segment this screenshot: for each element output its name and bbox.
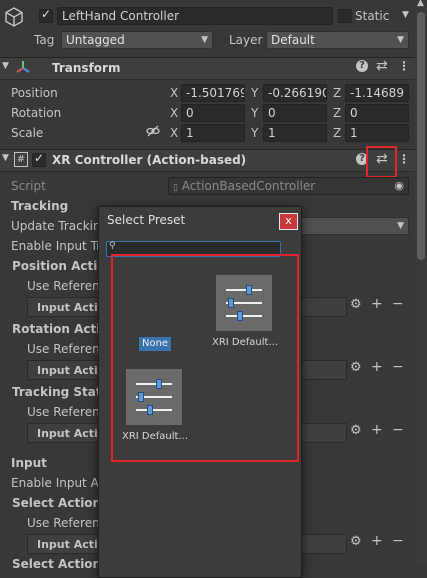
position-y-field[interactable]: -0.266190: [263, 84, 327, 102]
rotation-label: Rotation: [11, 106, 62, 120]
script-icon: #: [14, 152, 28, 167]
preset-2-label[interactable]: XRI Default...: [122, 431, 188, 442]
preset-thumbnail-1[interactable]: [216, 275, 272, 331]
cs-script-icon: ▯: [173, 183, 178, 193]
object-picker-icon[interactable]: ◉: [394, 178, 404, 194]
scale-z-axis[interactable]: Z: [333, 126, 341, 140]
script-label: Script: [11, 179, 46, 193]
scroll-up-arrow-icon[interactable]: ▲: [417, 0, 424, 8]
preset-highlight-box: [366, 146, 397, 178]
rotation-y-field[interactable]: 0: [263, 104, 327, 122]
scrollbar-thumb[interactable]: [417, 12, 425, 260]
position-z-field[interactable]: -1.14689: [345, 84, 409, 102]
gear-icon[interactable]: ⚙: [350, 360, 362, 375]
position-x-field[interactable]: -1.501769: [181, 84, 245, 102]
static-dropdown-icon[interactable]: ▼: [402, 10, 409, 20]
foldout-arrow-icon[interactable]: ▼: [2, 61, 9, 71]
gear-icon[interactable]: ⚙: [350, 534, 362, 549]
select-action-label[interactable]: Select Action: [12, 496, 101, 510]
use-reference-label: Use Referenc: [27, 342, 107, 356]
more-menu-icon[interactable]: ⋮: [398, 59, 410, 73]
script-field: ▯ ActionBasedController ◉: [168, 177, 409, 195]
chevron-down-icon: ▼: [397, 35, 404, 45]
preset-none-label: None: [142, 338, 169, 349]
scale-y-axis[interactable]: Y: [251, 126, 258, 140]
scale-z-field[interactable]: 1: [345, 124, 409, 142]
popup-title: Select Preset: [107, 213, 186, 227]
preset-none[interactable]: None: [139, 337, 172, 351]
transform-icon: [15, 59, 31, 78]
script-field-value: ActionBasedController: [181, 179, 316, 193]
position-z-axis[interactable]: Z: [333, 86, 341, 100]
scale-x-field[interactable]: 1: [181, 124, 245, 142]
scale-x-axis[interactable]: X: [170, 126, 178, 140]
close-icon: x: [285, 214, 292, 227]
layer-label: Layer: [229, 33, 263, 47]
enable-input-tracking-label: Enable Input Tra: [11, 239, 109, 253]
close-button[interactable]: x: [279, 213, 298, 230]
chevron-down-icon: ▼: [201, 35, 208, 45]
transform-title: Transform: [52, 61, 121, 75]
gameobject-icon: [3, 6, 25, 28]
position-y-axis[interactable]: Y: [251, 86, 258, 100]
object-name-field[interactable]: LeftHand Controller: [57, 7, 333, 25]
update-tracking-label: Update Trackin: [11, 219, 101, 233]
rotation-x-field[interactable]: 0: [181, 104, 245, 122]
xr-controller-title: XR Controller (Action-based): [52, 153, 247, 167]
transform-header[interactable]: ▼ Transform ? ⇄ ⋮: [0, 57, 415, 80]
chevron-down-icon: ▼: [397, 221, 404, 231]
scale-label: Scale: [11, 126, 44, 140]
gear-icon[interactable]: ⚙: [350, 423, 362, 438]
input-section-label: Input: [11, 456, 47, 470]
use-reference-label: Use Referenc: [27, 516, 107, 530]
layer-dropdown[interactable]: Default ▼: [266, 31, 409, 49]
foldout-arrow-icon[interactable]: ▼: [2, 153, 9, 163]
tracking-label: Tracking: [11, 199, 69, 213]
preset-thumbnail-2[interactable]: [126, 369, 182, 425]
use-reference-label: Use Referenc: [27, 405, 107, 419]
search-icon: ⚲: [109, 241, 116, 251]
rotation-x-axis[interactable]: X: [170, 106, 178, 120]
rotation-y-axis[interactable]: Y: [251, 106, 258, 120]
scale-y-field[interactable]: 1: [263, 124, 327, 142]
more-menu-icon[interactable]: ⋮: [398, 152, 410, 166]
rotation-z-field[interactable]: 0: [345, 104, 409, 122]
tag-dropdown[interactable]: Untagged ▼: [61, 31, 213, 49]
xr-controller-header[interactable]: ▼ # XR Controller (Action-based) ? ⇄ ⋮: [0, 149, 415, 172]
select-preset-window: Select Preset x ⚲ None XRI Default... XR…: [98, 206, 302, 578]
add-icon[interactable]: +: [371, 359, 383, 375]
rotation-z-axis[interactable]: Z: [333, 106, 341, 120]
tag-dropdown-value: Untagged: [66, 33, 125, 47]
preset-icon[interactable]: ⇄: [376, 58, 388, 74]
tracking-state-label[interactable]: Tracking State: [12, 385, 110, 399]
enable-input-actions-label: Enable Input Ac: [11, 476, 106, 490]
tag-label: Tag: [34, 33, 55, 47]
inspector-scrollbar[interactable]: ▲: [415, 0, 427, 564]
add-icon[interactable]: +: [371, 296, 383, 312]
remove-icon[interactable]: −: [392, 359, 404, 375]
static-checkbox[interactable]: [338, 9, 352, 23]
preset-1-label[interactable]: XRI Default...: [212, 337, 278, 348]
unlink-icon[interactable]: [146, 124, 160, 141]
remove-icon[interactable]: −: [392, 422, 404, 438]
add-icon[interactable]: +: [371, 422, 383, 438]
remove-icon[interactable]: −: [392, 533, 404, 549]
use-reference-label: Use Referenc: [27, 279, 107, 293]
gear-icon[interactable]: ⚙: [350, 297, 362, 312]
component-enabled-checkbox[interactable]: [32, 151, 46, 167]
add-icon[interactable]: +: [371, 533, 383, 549]
remove-icon[interactable]: −: [392, 296, 404, 312]
static-label: Static: [355, 9, 390, 23]
active-checkbox[interactable]: [39, 7, 53, 23]
position-label: Position: [11, 86, 58, 100]
help-icon[interactable]: ?: [356, 60, 368, 72]
position-x-axis[interactable]: X: [170, 86, 178, 100]
layer-dropdown-value: Default: [271, 33, 315, 47]
